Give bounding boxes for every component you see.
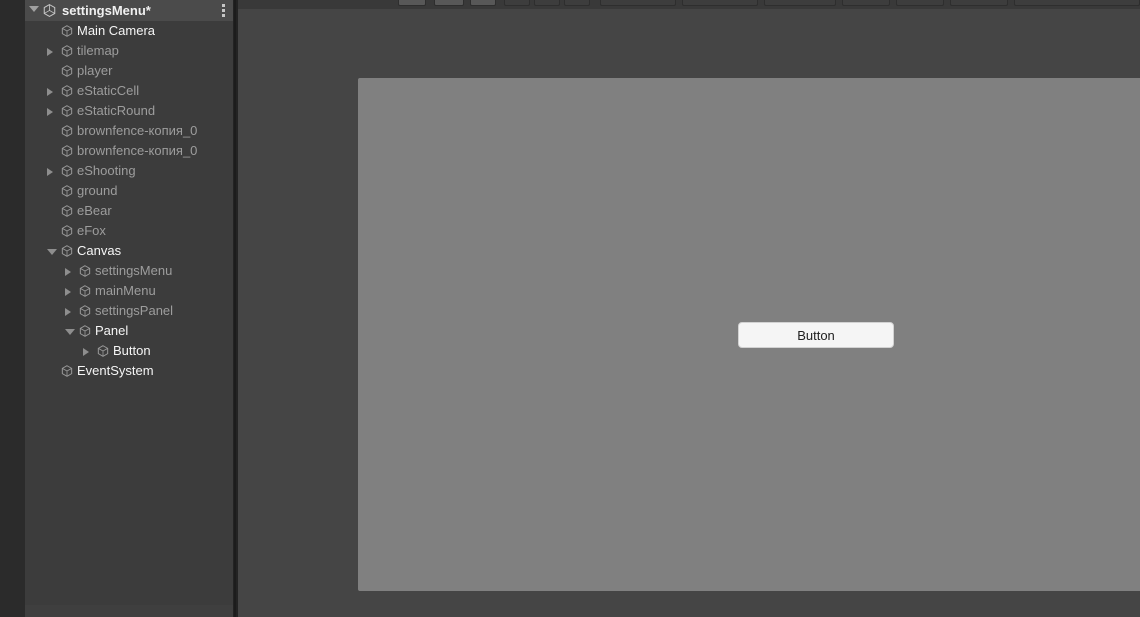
triangle-down-icon[interactable] — [65, 329, 75, 339]
gameobject-cube-icon — [79, 325, 91, 337]
hierarchy-item-label: eBear — [77, 203, 112, 218]
hierarchy-item-settingsmenu[interactable]: settingsMenu — [25, 261, 233, 281]
gameobject-cube-icon — [61, 365, 73, 377]
triangle-right-icon[interactable] — [47, 88, 53, 96]
gameobject-cube-icon — [61, 65, 73, 77]
gameobject-cube-icon — [61, 225, 73, 237]
hierarchy-item-label: player — [77, 63, 113, 78]
unity-editor-window: settingsMenu* Main Camera tilemap player eS… — [0, 0, 1140, 617]
hierarchy-item-label: eFox — [77, 223, 106, 238]
hierarchy-item-label: Button — [113, 343, 151, 358]
triangle-down-icon[interactable] — [47, 249, 57, 259]
hierarchy-item-label: Panel — [95, 323, 129, 338]
hierarchy-item-label: ground — [77, 183, 118, 198]
left-collapsed-panel-strip — [0, 0, 25, 617]
hierarchy-item-label: EventSystem — [77, 363, 154, 378]
hierarchy-item-canvas[interactable]: Canvas — [25, 241, 233, 261]
hierarchy-tree[interactable]: Main Camera tilemap player eStaticCell eStat… — [25, 21, 233, 596]
gameobject-cube-icon — [61, 185, 73, 197]
gameobject-cube-icon — [61, 105, 73, 117]
gameobject-cube-icon — [61, 85, 73, 97]
hierarchy-item-label: brownfence-копия_0 — [77, 123, 198, 138]
triangle-right-icon[interactable] — [47, 48, 53, 56]
hierarchy-item-estaticround[interactable]: eStaticRound — [25, 101, 233, 121]
gameobject-cube-icon — [79, 265, 91, 277]
gameobject-cube-icon — [61, 165, 73, 177]
hierarchy-item-panel[interactable]: Panel — [25, 321, 233, 341]
triangle-right-icon[interactable] — [65, 308, 71, 316]
triangle-down-icon[interactable] — [29, 6, 39, 12]
hierarchy-item-label: eShooting — [77, 163, 136, 178]
hierarchy-item-label: brownfence-копия_0 — [77, 143, 198, 158]
triangle-right-icon[interactable] — [65, 288, 71, 296]
hierarchy-item-label: mainMenu — [95, 283, 156, 298]
gameobject-cube-icon — [79, 305, 91, 317]
hierarchy-scene-title: settingsMenu* — [62, 3, 151, 18]
hierarchy-item-player[interactable]: player — [25, 61, 233, 81]
gameobject-cube-icon — [61, 25, 73, 37]
hierarchy-item-label: eStaticRound — [77, 103, 156, 118]
kebab-menu-icon[interactable] — [222, 4, 226, 18]
triangle-right-icon[interactable] — [47, 168, 53, 176]
editor-toolbar[interactable] — [238, 0, 1140, 9]
hierarchy-item-brownfence-0[interactable]: brownfence-копия_0 — [25, 141, 233, 161]
game-view[interactable]: Button — [238, 9, 1140, 617]
hierarchy-item-label: eStaticCell — [77, 83, 140, 98]
hierarchy-item-ground[interactable]: ground — [25, 181, 233, 201]
hierarchy-item-label: tilemap — [77, 43, 119, 58]
gameobject-cube-icon — [61, 245, 73, 257]
hierarchy-item-tilemap[interactable]: tilemap — [25, 41, 233, 61]
unity-logo-icon — [43, 4, 56, 17]
hierarchy-item-label: Canvas — [77, 243, 122, 258]
hierarchy-item-eventsystem[interactable]: EventSystem — [25, 361, 233, 381]
hierarchy-item-eshooting[interactable]: eShooting — [25, 161, 233, 181]
hierarchy-item-main-camera[interactable]: Main Camera — [25, 21, 233, 41]
hierarchy-header[interactable]: settingsMenu* — [25, 0, 233, 21]
ui-button[interactable]: Button — [738, 322, 894, 348]
hierarchy-item-brownfence-0[interactable]: brownfence-копия_0 — [25, 121, 233, 141]
gameobject-cube-icon — [61, 205, 73, 217]
triangle-right-icon[interactable] — [83, 348, 89, 356]
hierarchy-item-label: settingsMenu — [95, 263, 173, 278]
hierarchy-item-efox[interactable]: eFox — [25, 221, 233, 241]
hierarchy-item-ebear[interactable]: eBear — [25, 201, 233, 221]
gameobject-cube-icon — [79, 285, 91, 297]
hierarchy-item-mainmenu[interactable]: mainMenu — [25, 281, 233, 301]
gameobject-cube-icon — [97, 345, 109, 357]
hierarchy-item-label: settingsPanel — [95, 303, 174, 318]
hierarchy-item-label: Main Camera — [77, 23, 156, 38]
gameobject-cube-icon — [61, 125, 73, 137]
hierarchy-item-estaticcell[interactable]: eStaticCell — [25, 81, 233, 101]
hierarchy-item-button[interactable]: Button — [25, 341, 233, 361]
gameobject-cube-icon — [61, 145, 73, 157]
hierarchy-panel: settingsMenu* Main Camera tilemap player eS… — [25, 0, 233, 617]
hierarchy-item-settingspanel[interactable]: settingsPanel — [25, 301, 233, 321]
triangle-right-icon[interactable] — [65, 268, 71, 276]
gameobject-cube-icon — [61, 45, 73, 57]
triangle-right-icon[interactable] — [47, 108, 53, 116]
hierarchy-bottom-band — [25, 605, 233, 617]
